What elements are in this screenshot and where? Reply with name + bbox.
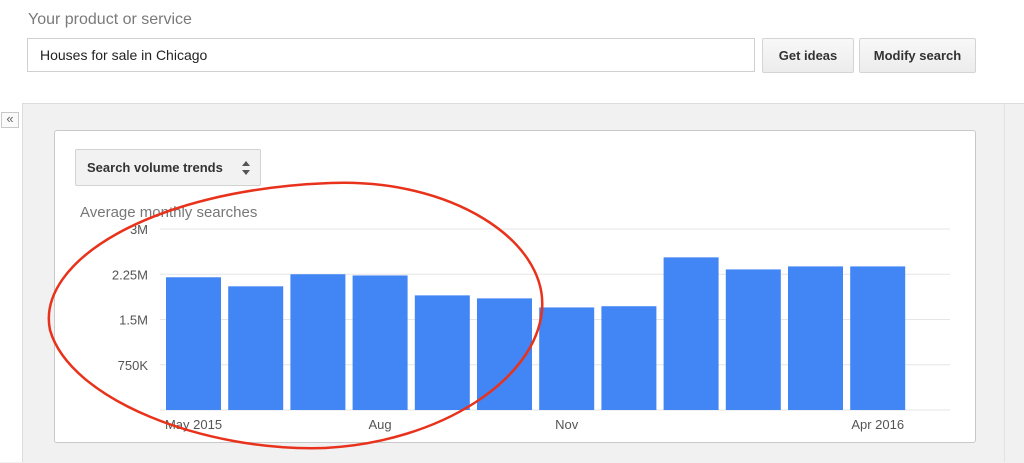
chart-type-dropdown[interactable]: Search volume trends bbox=[75, 149, 261, 186]
scrollbar-track[interactable] bbox=[1004, 104, 1024, 462]
product-service-label: Your product or service bbox=[28, 11, 192, 28]
left-rail bbox=[0, 103, 23, 462]
chart-title: Average monthly searches bbox=[80, 204, 258, 221]
sort-arrows-icon bbox=[242, 161, 250, 175]
collapse-icon[interactable]: « bbox=[1, 112, 19, 128]
get-ideas-button[interactable]: Get ideas bbox=[762, 38, 854, 73]
product-service-input[interactable] bbox=[27, 38, 755, 72]
chart-type-dropdown-label: Search volume trends bbox=[87, 160, 223, 175]
modify-search-button[interactable]: Modify search bbox=[859, 38, 976, 73]
